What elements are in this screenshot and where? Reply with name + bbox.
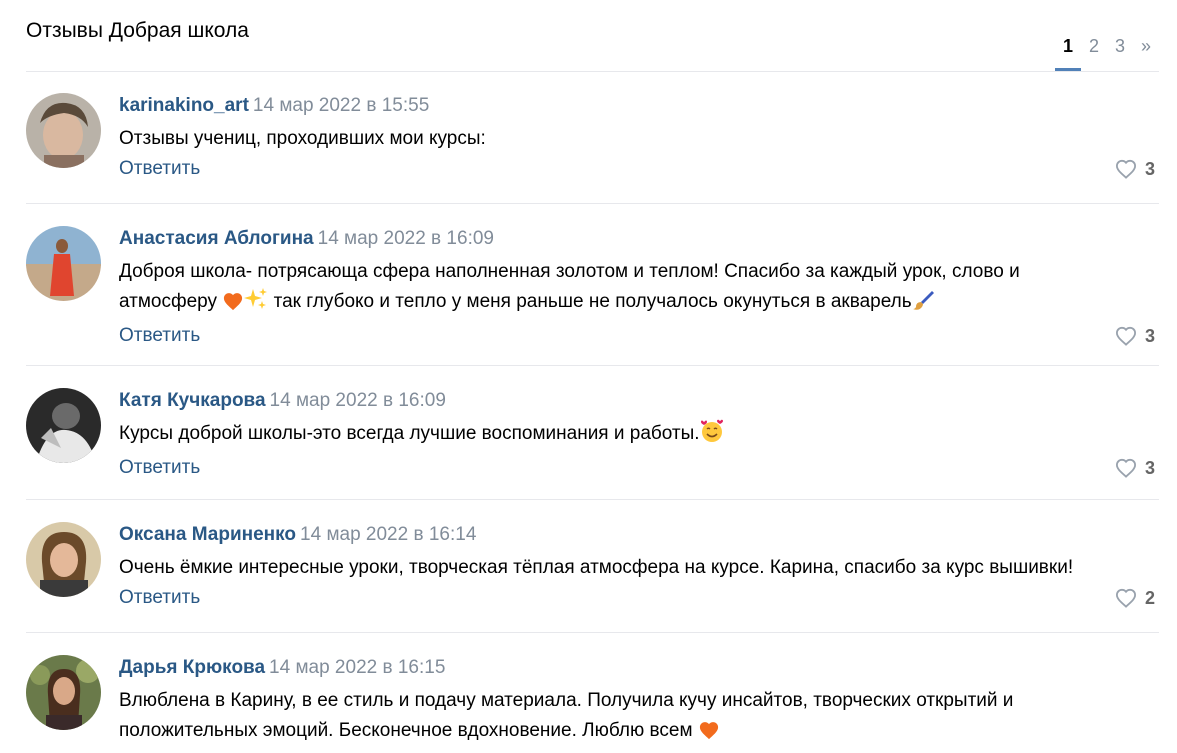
page-1-link[interactable]: 1 (1055, 34, 1081, 71)
reply-button[interactable]: Ответить (119, 158, 200, 179)
reply-button[interactable]: Ответить (119, 587, 200, 608)
comment-text: Отзывы учениц, проходивших мои курсы: (119, 128, 486, 149)
avatar[interactable] (26, 522, 101, 597)
reply-button[interactable]: Ответить (119, 325, 200, 346)
comment-item: Катя Кучкарова 14 мар 2022 в 16:09 Курсы … (26, 366, 1159, 500)
reply-button[interactable]: Ответить (119, 457, 200, 478)
heart-outline-icon (1115, 458, 1136, 478)
like-count: 3 (1144, 458, 1155, 478)
comment-author[interactable]: Оксана Мариненко (119, 524, 296, 545)
next-page-link[interactable]: » (1133, 34, 1159, 70)
comment-author[interactable]: Анастасия Аблогина (119, 228, 314, 249)
comment-author[interactable]: Катя Кучкарова (119, 390, 266, 411)
comment-item: karinakino_art 14 мар 2022 в 15:55 Отзывы… (26, 72, 1159, 204)
avatar[interactable] (26, 655, 101, 730)
smiling-face-with-hearts-emoji (700, 419, 724, 453)
avatar[interactable] (26, 388, 101, 463)
comment-date[interactable]: 14 мар 2022 в 16:09 (318, 228, 494, 249)
avatar[interactable] (26, 226, 101, 301)
like-count: 3 (1144, 326, 1155, 346)
comment-author[interactable]: karinakino_art (119, 95, 249, 116)
like-count: 3 (1144, 159, 1155, 179)
comment-text: Очень ёмкие интересные уроки, творческая… (119, 557, 1074, 578)
sparkles-emoji (244, 287, 268, 321)
like-button[interactable]: 2 (1115, 583, 1155, 613)
comment-date[interactable]: 14 мар 2022 в 16:15 (269, 657, 445, 678)
comment-text: Курсы доброй школы-это всегда лучшие вос… (119, 419, 1159, 453)
comment-date[interactable]: 14 мар 2022 в 16:14 (300, 524, 476, 545)
comment-author[interactable]: Дарья Крюкова (119, 657, 265, 678)
comment-text: Влюблена в Карину, в ее стиль и подачу м… (119, 686, 1159, 750)
comment-item: Оксана Мариненко 14 мар 2022 в 16:14 Очен… (26, 500, 1159, 633)
pagination: 1 2 3 » (1055, 34, 1159, 71)
heart-outline-icon (1115, 326, 1136, 346)
like-button[interactable]: 3 (1115, 321, 1155, 351)
paintbrush-emoji (912, 289, 934, 321)
comment-item: Дарья Крюкова 14 мар 2022 в 16:15 Влюблен… (26, 633, 1159, 753)
like-button[interactable]: 3 (1115, 453, 1155, 483)
comments-header: Отзывы Добрая школа 1 2 3 » (26, 18, 1159, 72)
heart-outline-icon (1115, 588, 1136, 608)
like-count: 2 (1144, 588, 1155, 608)
page-2-link[interactable]: 2 (1081, 34, 1107, 70)
page-title: Отзывы Добрая школа (26, 19, 249, 42)
comment-date[interactable]: 14 мар 2022 в 15:55 (253, 95, 429, 116)
comment-text: Доброя школа- потрясающа сфера наполненн… (119, 257, 1159, 321)
page-3-link[interactable]: 3 (1107, 34, 1133, 70)
orange-heart-emoji (698, 720, 720, 750)
avatar[interactable] (26, 93, 101, 168)
comments-list: karinakino_art 14 мар 2022 в 15:55 Отзывы… (26, 72, 1159, 753)
orange-heart-emoji (222, 291, 244, 321)
comment-item: Анастасия Аблогина 14 мар 2022 в 16:09 До… (26, 204, 1159, 366)
like-button[interactable]: 3 (1115, 154, 1155, 184)
heart-outline-icon (1115, 159, 1136, 179)
comment-date[interactable]: 14 мар 2022 в 16:09 (270, 390, 446, 411)
